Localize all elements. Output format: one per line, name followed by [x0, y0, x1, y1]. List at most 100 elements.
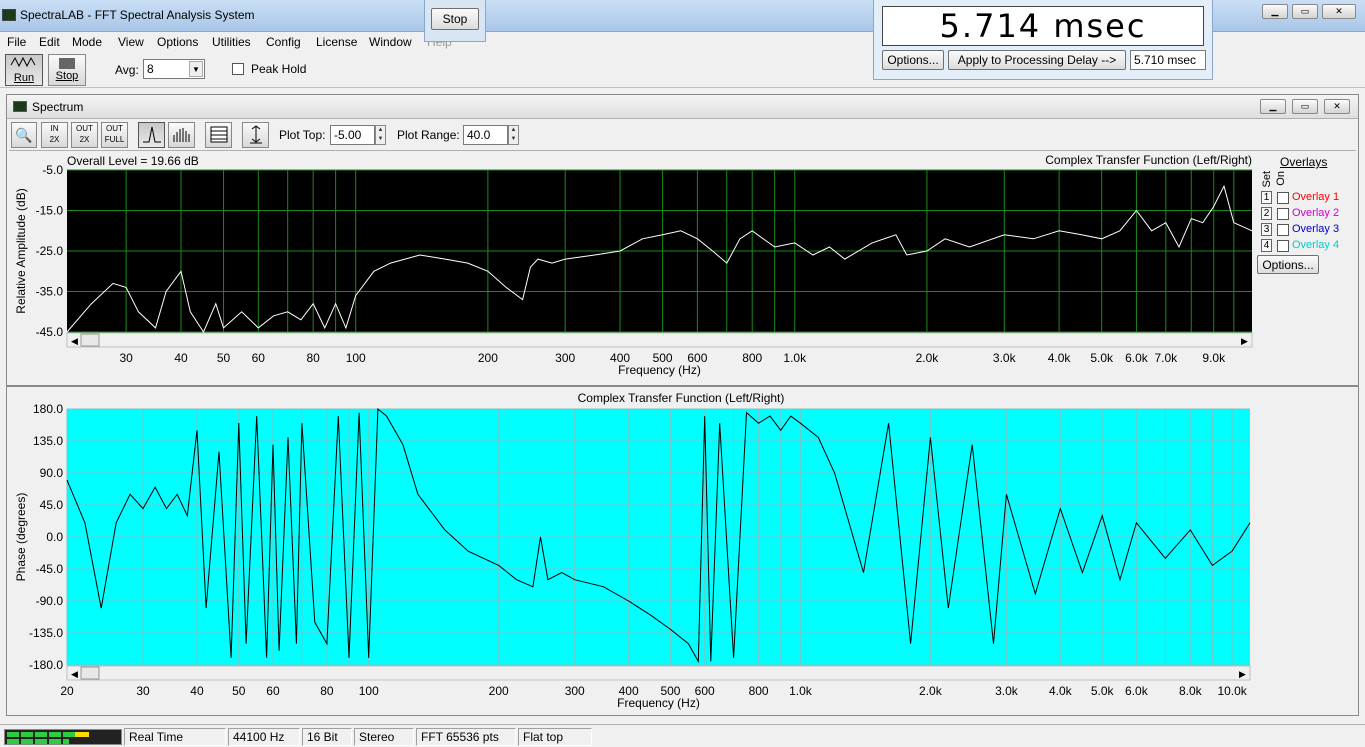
menu-file[interactable]: File	[7, 35, 26, 49]
scale-icon[interactable]	[242, 122, 269, 148]
stop-label: Stop	[55, 70, 79, 82]
phase-chart: 180.0 135.0 90.0 45.0 0.0 -45.0 -90.0 -135.0 -18…	[14, 391, 1251, 710]
overlay-checkbox[interactable]	[1277, 208, 1289, 220]
status-channels: Stereo	[354, 728, 414, 746]
zoom-full-icon[interactable]: OUT FULL	[101, 122, 128, 148]
line-plot-icon[interactable]	[138, 122, 165, 148]
x-tick-label: 6.0k	[1125, 684, 1149, 698]
chart-title: Complex Transfer Function (Left/Right)	[1045, 153, 1252, 167]
stop-square-icon	[59, 58, 75, 69]
overlay-label: Overlay 4	[1292, 239, 1340, 251]
floating-stop-button[interactable]: Stop	[431, 8, 479, 30]
menu-license[interactable]: License	[316, 35, 357, 49]
x-tick-label: 7.0k	[1154, 351, 1178, 365]
spectrum-chart: -5.0 -15.0 -25.0 -35.0 -45.0 30 40 50 60 80 100 200…	[14, 153, 1253, 377]
menu-mode[interactable]: Mode	[72, 35, 102, 49]
plot-top-spinner[interactable]: ▲ ▼	[375, 125, 386, 145]
floating-stop-panel: Stop	[424, 0, 486, 42]
status-window: Flat top	[518, 728, 592, 746]
x-tick-label: 200	[489, 684, 509, 698]
zoom-out-icon[interactable]: OUT 2X	[71, 122, 98, 148]
x-tick-label: 800	[749, 684, 769, 698]
close-icon[interactable]: ✕	[1322, 4, 1356, 19]
y-tick-label: -135.0	[29, 626, 63, 640]
app-window: SpectraLAB - FFT Spectral Analysis Syste…	[0, 0, 1365, 747]
status-rate: 44100 Hz	[228, 728, 300, 746]
delay-field[interactable]: 5.710 msec	[1130, 50, 1206, 70]
y-tick-label: 45.0	[40, 498, 64, 512]
scroll-right-icon: ▶	[1239, 669, 1246, 679]
overlay-checkbox[interactable]	[1277, 192, 1289, 204]
scroll-left-icon: ◀	[71, 336, 78, 346]
scroll-thumb	[80, 666, 100, 680]
avg-select[interactable]: 8 ▼	[143, 59, 205, 79]
x-tick-label: 3.0k	[993, 351, 1017, 365]
overlay-set-button[interactable]: 3	[1261, 223, 1272, 236]
y-tick-label: 0.0	[46, 530, 63, 544]
x-tick-label: 30	[136, 684, 150, 698]
maximize-icon[interactable]: ▭	[1292, 4, 1318, 19]
overlay-options-button[interactable]: Options...	[1257, 255, 1319, 274]
y-tick-label: -45.0	[36, 325, 64, 339]
overlay-label: Overlay 1	[1292, 191, 1340, 203]
plot-range-label: Plot Range:	[397, 128, 460, 142]
scroll-left-icon: ◀	[71, 669, 78, 679]
menu-utilities[interactable]: Utilities	[212, 35, 251, 49]
plot-top-field[interactable]: -5.00	[330, 125, 375, 145]
menu-window[interactable]: Window	[369, 35, 412, 49]
status-mode: Real Time	[124, 728, 226, 746]
stop-button[interactable]: Stop	[48, 54, 86, 86]
x-tick-label: 200	[478, 351, 498, 365]
overlay-label: Overlay 2	[1292, 207, 1340, 219]
x-tick-label: 30	[119, 351, 133, 365]
x-tick-label: 9.0k	[1202, 351, 1226, 365]
plot-range-field[interactable]: 40.0	[463, 125, 508, 145]
x-tick-label: 300	[565, 684, 585, 698]
spectrum-restore-icon[interactable]: ▭	[1292, 99, 1318, 114]
overlay-checkbox[interactable]	[1277, 240, 1289, 252]
minimize-icon[interactable]: ▁	[1262, 4, 1288, 19]
overlay-set-button[interactable]: 2	[1261, 207, 1272, 220]
y-tick-label: -180.0	[29, 658, 63, 672]
x-tick-label: 4.0k	[1049, 684, 1073, 698]
menu-view[interactable]: View	[118, 35, 144, 49]
peak-hold-label: Peak Hold	[251, 62, 307, 76]
x-tick-label: 60	[266, 684, 280, 698]
bar-plot-icon[interactable]	[168, 122, 195, 148]
menu-options[interactable]: Options	[157, 35, 198, 49]
spectrum-window-icon	[13, 101, 27, 112]
y-tick-label: -45.0	[36, 562, 64, 576]
zoom-in-icon[interactable]: IN 2X	[41, 122, 68, 148]
y-tick-label: -5.0	[42, 163, 63, 177]
y-tick-label: -25.0	[36, 244, 64, 258]
menu-config[interactable]: Config	[266, 35, 301, 49]
set-heading: Set	[1261, 171, 1273, 188]
chevron-down-icon[interactable]: ▼	[189, 61, 203, 77]
on-heading: On	[1275, 171, 1287, 186]
x-tick-label: 1.0k	[783, 351, 807, 365]
zoom-icon[interactable]: 🔍	[11, 122, 37, 148]
spectrum-close-icon[interactable]: ✕	[1324, 99, 1350, 114]
level-meter	[4, 729, 122, 745]
plot-range-spinner[interactable]: ▲ ▼	[508, 125, 519, 145]
run-button[interactable]: Run	[5, 54, 43, 86]
y-tick-label: -90.0	[36, 594, 64, 608]
apply-delay-button[interactable]: Apply to Processing Delay -->	[948, 50, 1126, 70]
table-icon[interactable]	[205, 122, 232, 148]
y-tick-label: 90.0	[40, 466, 64, 480]
y-tick-label: 180.0	[33, 402, 63, 416]
x-tick-label: 6.0k	[1125, 351, 1149, 365]
peak-hold-checkbox[interactable]	[232, 63, 244, 75]
menu-edit[interactable]: Edit	[39, 35, 60, 49]
x-tick-label: 300	[555, 351, 575, 365]
delay-panel: 5.714 msec Options... Apply to Processin…	[873, 0, 1213, 80]
overlay-checkbox[interactable]	[1277, 224, 1289, 236]
scroll-thumb	[80, 333, 100, 347]
overlay-set-button[interactable]: 4	[1261, 239, 1272, 252]
x-tick-label: 5.0k	[1090, 351, 1114, 365]
app-icon	[2, 9, 16, 21]
overlay-set-button[interactable]: 1	[1261, 191, 1272, 204]
plot-top-label: Plot Top:	[279, 128, 326, 142]
delay-options-button[interactable]: Options...	[882, 50, 944, 70]
spectrum-minimize-icon[interactable]: ▁	[1260, 99, 1286, 114]
